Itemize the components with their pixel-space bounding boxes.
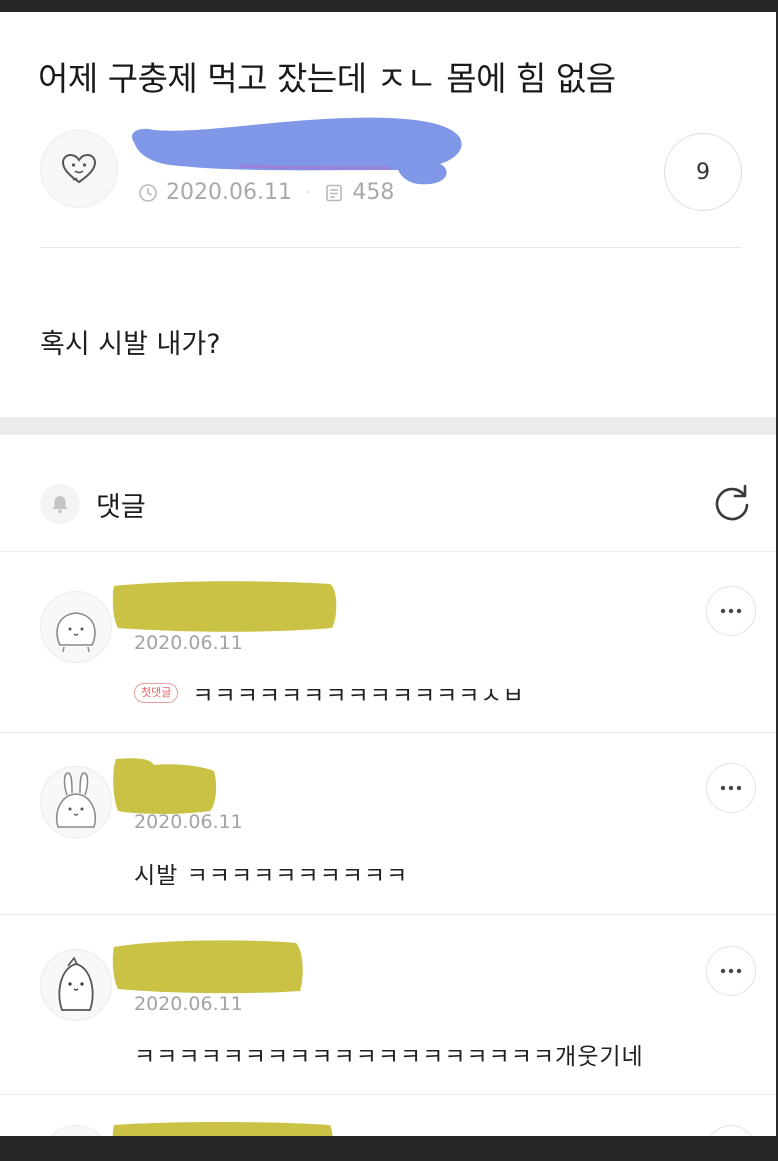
comment-date: 2020.06.11 xyxy=(134,811,243,833)
more-dots-icon xyxy=(720,785,742,791)
comment-date: 2020.06.11 xyxy=(134,993,243,1015)
comment-more-button[interactable] xyxy=(706,586,756,636)
post-body: 혹시 시발 내가? xyxy=(40,329,221,360)
blob-character-icon xyxy=(56,612,96,653)
redacted-commenter-nickname xyxy=(112,1122,333,1136)
comment-more-button[interactable] xyxy=(706,763,756,813)
header-divider xyxy=(40,247,742,248)
comment-text-row: 첫댓글 ㅋㅋㅋㅋㅋㅋㅋㅋㅋㅋㅋㅋㅋㅅㅂ xyxy=(134,676,525,710)
refresh-button[interactable] xyxy=(708,479,756,527)
bottom-frame-bar xyxy=(0,1136,778,1161)
comment-item: 2020.06.11 시발 ㅋㅋㅋㅋㅋㅋㅋㅋㅋㅋ xyxy=(0,733,776,915)
comment-count-button[interactable]: 9 xyxy=(664,133,742,211)
comment-more-button[interactable] xyxy=(706,946,756,996)
meta-separator: · xyxy=(305,184,311,201)
comment-text: ㅋㅋㅋㅋㅋㅋㅋㅋㅋㅋㅋㅋㅋㅋㅋㅋㅋㅋㅋ개웃기네 xyxy=(134,1044,644,1070)
commenter-avatar[interactable] xyxy=(40,1125,112,1136)
comment-date: 2020.06.11 xyxy=(134,632,243,654)
rabbit-character-icon xyxy=(56,772,96,828)
commenter-avatar[interactable] xyxy=(40,949,112,1021)
comment-item xyxy=(0,1095,776,1136)
comments-header: 댓글 xyxy=(0,435,776,551)
redacted-commenter-nickname xyxy=(113,758,217,814)
clock-icon xyxy=(138,183,158,203)
commenter-avatar[interactable] xyxy=(40,591,112,663)
bell-icon xyxy=(52,496,68,514)
comment-item: 2020.06.11 ㅋㅋㅋㅋㅋㅋㅋㅋㅋㅋㅋㅋㅋㅋㅋㅋㅋㅋㅋ개웃기네 xyxy=(0,915,776,1095)
commenter-avatar[interactable] xyxy=(40,766,112,838)
redacted-author-nickname xyxy=(132,117,462,185)
comment-more-button[interactable] xyxy=(706,1125,756,1136)
redacted-commenter-nickname xyxy=(112,940,303,994)
comment-item: 2020.06.11 첫댓글 ㅋㅋㅋㅋㅋㅋㅋㅋㅋㅋㅋㅋㅋㅅㅂ xyxy=(0,552,776,733)
section-separator xyxy=(0,417,776,435)
comments-label: 댓글 xyxy=(96,492,146,523)
comment-count: 9 xyxy=(696,159,710,185)
post-date: 2020.06.11 xyxy=(166,180,292,205)
first-comment-badge: 첫댓글 xyxy=(134,683,179,703)
post-views: 458 xyxy=(352,180,395,205)
post-screen: 어제 구충제 먹고 잤는데 ㅈㄴ 몸에 힘 없음 2020.06.11 · 45… xyxy=(0,12,776,1136)
penguin-character-icon xyxy=(58,956,94,1011)
notification-toggle[interactable] xyxy=(40,484,80,524)
refresh-icon xyxy=(715,484,749,521)
post-meta: 2020.06.11 · 458 xyxy=(138,180,394,205)
views-icon xyxy=(324,183,344,203)
author-avatar[interactable] xyxy=(40,130,118,208)
heart-face-icon xyxy=(61,153,97,184)
comment-text: ㅋㅋㅋㅋㅋㅋㅋㅋㅋㅋㅋㅋㅋㅅㅂ xyxy=(192,683,525,709)
redacted-commenter-nickname xyxy=(112,581,337,632)
more-dots-icon xyxy=(720,608,742,614)
post-title: 어제 구충제 먹고 잤는데 ㅈㄴ 몸에 힘 없음 xyxy=(38,59,616,98)
more-dots-icon xyxy=(720,968,742,974)
comment-text: 시발 ㅋㅋㅋㅋㅋㅋㅋㅋㅋㅋ xyxy=(134,863,409,889)
top-frame-bar xyxy=(0,0,778,12)
